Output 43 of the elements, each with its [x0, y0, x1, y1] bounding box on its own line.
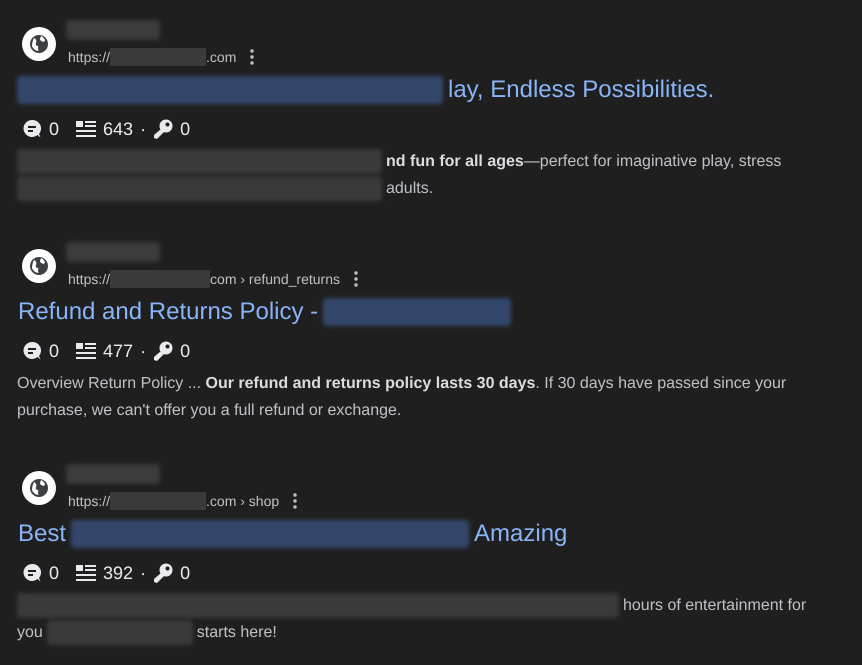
keyword-count: 0 [180, 118, 190, 140]
globe-icon [22, 471, 56, 505]
separator-dot: · [140, 562, 146, 584]
result-snippet: nd fun for all ages—perfect for imaginative play, stress [386, 152, 782, 172]
result-snippet: Overview Return Policy ... Our refund and returns policy lasts 30 days. If 30 days have passed since your purchase, we can't offer you a full refund or exchange. [17, 374, 788, 421]
separator-dot: · [140, 340, 146, 362]
key-icon [153, 563, 174, 583]
result-url: .com [206, 48, 236, 66]
more-icon[interactable] [354, 271, 358, 287]
comment-icon [22, 119, 42, 139]
comment-icon [22, 563, 42, 583]
result-url: .com › shop [206, 492, 280, 511]
key-icon [153, 119, 174, 139]
result-url: https:// [68, 48, 110, 67]
result-title[interactable]: Refund and Returns Policy - [17, 294, 320, 330]
result-url: com › refund_returns [210, 270, 340, 289]
globe-icon [22, 27, 56, 61]
separator-dot: · [140, 118, 146, 140]
word-count: 392 [103, 562, 134, 584]
key-icon [153, 341, 174, 361]
more-icon[interactable] [293, 493, 298, 509]
result-title[interactable]: Amazing [473, 516, 568, 552]
more-icon[interactable] [250, 49, 254, 65]
word-count: 643 [103, 118, 134, 140]
comment-count: 0 [49, 340, 60, 362]
word-count: 477 [103, 340, 134, 362]
comment-count: 0 [49, 562, 60, 584]
list-icon [76, 120, 96, 138]
list-icon [76, 564, 96, 582]
keyword-count: 0 [180, 562, 190, 584]
result-url: https:// [68, 492, 110, 511]
keyword-count: 0 [180, 340, 190, 362]
list-icon [76, 342, 96, 360]
result-snippet: hours of entertainment for [623, 596, 806, 616]
result-snippet: you [17, 623, 43, 643]
result-title[interactable]: lay, Endless Possibilities. [447, 72, 716, 108]
globe-icon [22, 249, 56, 283]
result-snippet: adults. [386, 179, 434, 199]
result-title[interactable]: Best [17, 516, 68, 552]
comment-count: 0 [49, 118, 60, 140]
result-url: https:// [68, 270, 110, 289]
result-snippet: starts here! [196, 623, 277, 643]
comment-icon [22, 341, 42, 361]
